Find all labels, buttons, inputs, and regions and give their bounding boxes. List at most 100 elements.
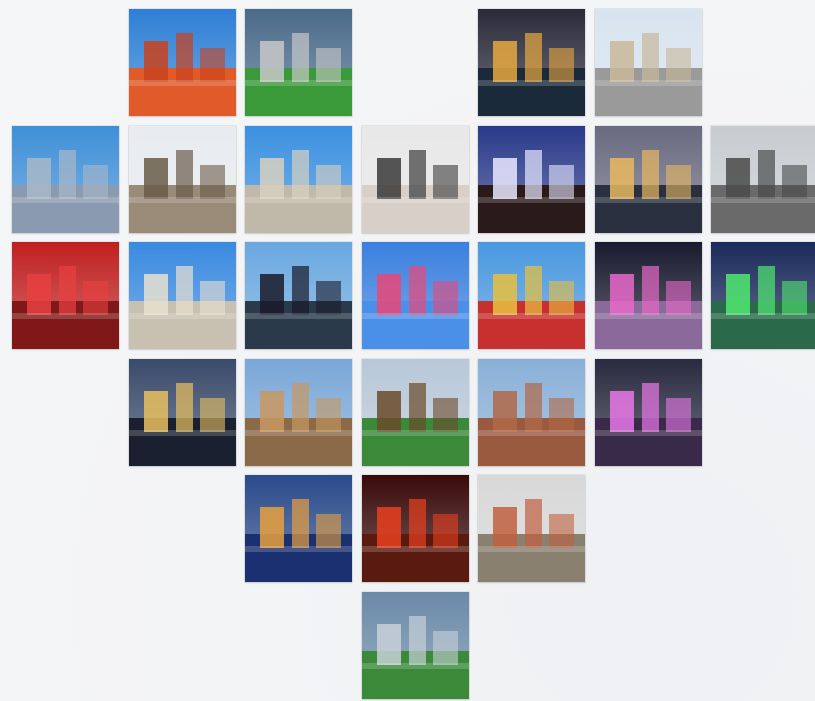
- photo-detail: [409, 615, 427, 665]
- photo-detail: [548, 280, 575, 315]
- photo-tile-fireworks-castle[interactable]: [362, 475, 469, 582]
- photo-detail: [492, 41, 517, 82]
- photo-detail: [432, 397, 459, 432]
- photo-detail: [315, 513, 342, 548]
- photo-detail: [376, 624, 401, 665]
- photo-detail: [548, 47, 575, 82]
- photo-detail: [129, 79, 236, 87]
- photo-detail: [711, 312, 815, 320]
- photo-detail: [82, 164, 109, 199]
- photo-detail: [478, 196, 585, 204]
- photo-detail: [12, 312, 119, 320]
- photo-detail: [143, 158, 168, 199]
- photo-detail: [595, 312, 702, 320]
- photo-tile-concert-stage[interactable]: [478, 126, 585, 233]
- photo-detail: [432, 164, 459, 199]
- photo-tile-city-night-skyline[interactable]: [595, 126, 702, 233]
- photo-detail: [245, 545, 352, 553]
- photo-detail: [199, 164, 226, 199]
- photo-tile-waterfront-night[interactable]: [478, 9, 585, 116]
- photo-detail: [376, 274, 401, 315]
- photo-detail: [525, 32, 543, 82]
- photo-mosaic: [0, 0, 815, 701]
- photo-detail: [362, 662, 469, 670]
- photo-detail: [12, 196, 119, 204]
- photo-detail: [609, 391, 634, 432]
- photo-detail: [492, 274, 517, 315]
- photo-detail: [609, 41, 634, 82]
- photo-tile-cathedral-night[interactable]: [711, 242, 815, 349]
- photo-tile-football-fans[interactable]: [12, 242, 119, 349]
- photo-detail: [245, 312, 352, 320]
- photo-detail: [525, 498, 543, 548]
- photo-detail: [478, 312, 585, 320]
- photo-detail: [478, 429, 585, 437]
- photo-detail: [292, 382, 310, 432]
- photo-detail: [143, 41, 168, 82]
- photo-tile-city-at-dusk[interactable]: [129, 359, 236, 466]
- photo-detail: [82, 280, 109, 315]
- photo-detail: [642, 32, 660, 82]
- photo-detail: [59, 265, 77, 315]
- photo-detail: [725, 158, 750, 199]
- photo-detail: [525, 265, 543, 315]
- photo-tile-town-hall-street[interactable]: [245, 359, 352, 466]
- photo-detail: [665, 47, 692, 82]
- photo-tile-crowd-event[interactable]: [362, 126, 469, 233]
- photo-tile-beatles-statue[interactable]: [711, 126, 815, 233]
- photo-detail: [26, 158, 51, 199]
- photo-tile-street-scene[interactable]: [478, 475, 585, 582]
- photo-detail: [315, 280, 342, 315]
- photo-tile-anglican-cathedral[interactable]: [478, 359, 585, 466]
- photo-detail: [362, 196, 469, 204]
- photo-detail: [595, 196, 702, 204]
- photo-detail: [199, 47, 226, 82]
- photo-detail: [292, 498, 310, 548]
- photo-detail: [245, 196, 352, 204]
- photo-detail: [59, 149, 77, 199]
- photo-detail: [315, 397, 342, 432]
- photo-detail: [176, 149, 194, 199]
- photo-tile-pier-head-walk[interactable]: [129, 242, 236, 349]
- photo-detail: [259, 41, 284, 82]
- photo-detail: [362, 312, 469, 320]
- photo-detail: [478, 545, 585, 553]
- photo-tile-pier-head-buildings[interactable]: [245, 126, 352, 233]
- photo-detail: [176, 265, 194, 315]
- photo-detail: [129, 196, 236, 204]
- photo-detail: [409, 265, 427, 315]
- photo-detail: [595, 429, 702, 437]
- photo-detail: [642, 149, 660, 199]
- photo-detail: [245, 79, 352, 87]
- photo-tile-stadium-pitch[interactable]: [362, 592, 469, 699]
- photo-tile-stadium-aerial[interactable]: [245, 9, 352, 116]
- photo-detail: [609, 158, 634, 199]
- photo-detail: [548, 397, 575, 432]
- photo-tile-chinatown-arch[interactable]: [478, 242, 585, 349]
- photo-tile-albert-dock-reflection[interactable]: [129, 9, 236, 116]
- photo-detail: [665, 397, 692, 432]
- photo-detail: [129, 312, 236, 320]
- photo-tile-radio-city-tower[interactable]: [362, 242, 469, 349]
- photo-detail: [432, 513, 459, 548]
- photo-detail: [362, 545, 469, 553]
- photo-detail: [758, 265, 776, 315]
- photo-tile-horse-racing[interactable]: [362, 359, 469, 466]
- photo-detail: [548, 513, 575, 548]
- photo-tile-royal-liver-building[interactable]: [129, 126, 236, 233]
- photo-detail: [199, 397, 226, 432]
- photo-detail: [409, 149, 427, 199]
- photo-detail: [781, 280, 808, 315]
- photo-tile-light-sculpture[interactable]: [595, 359, 702, 466]
- photo-tile-skyline-water-night[interactable]: [245, 475, 352, 582]
- photo-tile-mann-island-building[interactable]: [245, 242, 352, 349]
- photo-detail: [548, 164, 575, 199]
- photo-detail: [259, 507, 284, 548]
- photo-tile-st-georges-hall[interactable]: [595, 9, 702, 116]
- photo-detail: [376, 391, 401, 432]
- photo-detail: [525, 382, 543, 432]
- photo-detail: [143, 391, 168, 432]
- photo-tile-arena-lights[interactable]: [595, 242, 702, 349]
- photo-detail: [259, 274, 284, 315]
- photo-tile-metropolitan-cathedral[interactable]: [12, 126, 119, 233]
